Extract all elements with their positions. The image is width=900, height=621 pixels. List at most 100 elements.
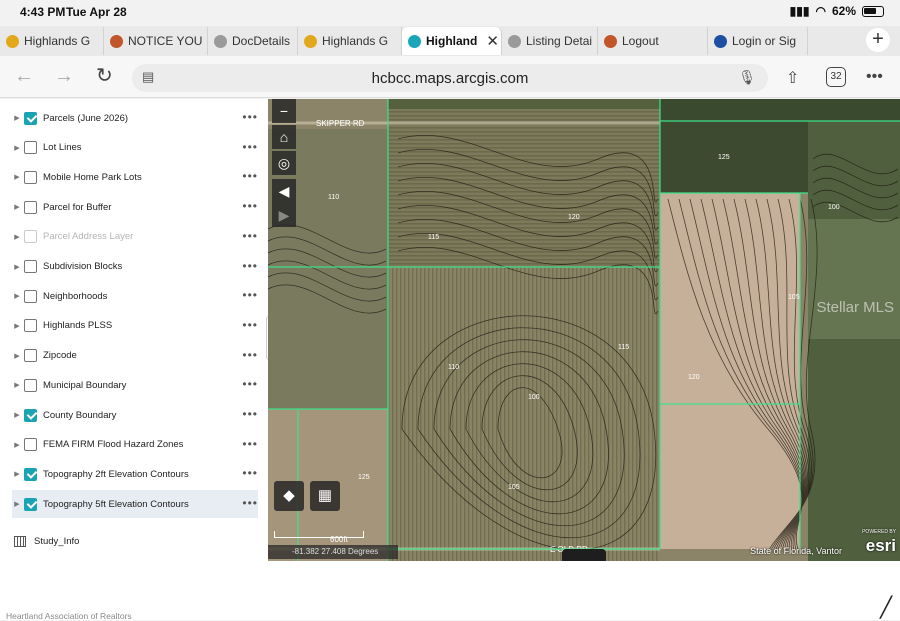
layer-options-icon[interactable]: •••: [242, 319, 258, 331]
layer-item[interactable]: ▶ Neighborhoods •••: [12, 282, 258, 310]
layer-visibility-checkbox[interactable]: [24, 319, 37, 333]
expand-caret-icon[interactable]: ▶: [12, 441, 22, 449]
expand-caret-icon[interactable]: ▶: [12, 114, 22, 122]
back-arrow-icon[interactable]: ←: [14, 66, 34, 86]
layer-visibility-checkbox[interactable]: [24, 170, 37, 184]
browser-tab[interactable]: Listing Detai: [502, 27, 598, 55]
contour-elevation-label: 120: [568, 214, 580, 221]
expand-caret-icon[interactable]: ▶: [12, 500, 22, 508]
expand-caret-icon[interactable]: ▶: [12, 233, 22, 241]
contour-elevation-label: 115: [428, 234, 439, 241]
expand-caret-icon[interactable]: ▶: [12, 322, 22, 330]
signal-icon: ▮▮▮: [789, 4, 810, 18]
browser-tab[interactable]: Highlands G: [0, 27, 104, 55]
layer-options-icon[interactable]: •••: [242, 289, 258, 301]
layer-visibility-checkbox[interactable]: [24, 497, 37, 511]
layer-visibility-checkbox[interactable]: [24, 230, 37, 244]
layer-item[interactable]: ▶ Topography 2ft Elevation Contours •••: [12, 460, 258, 488]
layer-options-icon[interactable]: •••: [242, 260, 258, 272]
layer-options-icon[interactable]: •••: [242, 141, 258, 153]
share-icon[interactable]: ⇧: [786, 68, 799, 88]
attribution-toggle[interactable]: [562, 549, 606, 561]
browser-tab[interactable]: Highland ✕: [402, 27, 502, 55]
next-extent-icon[interactable]: ▶: [272, 203, 296, 227]
layer-item[interactable]: ▶ Subdivision Blocks •••: [12, 253, 258, 281]
map-view[interactable]: SKIPPER RD E OLD RD 11011512012510510011…: [268, 99, 900, 561]
layer-item[interactable]: ▶ Parcels (June 2026) •••: [12, 104, 258, 132]
esri-logo: POWERED BY esri: [846, 529, 896, 558]
layer-item[interactable]: ▶ Mobile Home Park Lots •••: [12, 163, 258, 191]
layer-options-icon[interactable]: •••: [242, 170, 258, 182]
expand-caret-icon[interactable]: ▶: [12, 203, 22, 211]
home-icon[interactable]: ⌂: [272, 125, 296, 149]
microphone-icon[interactable]: 🎙: [738, 69, 756, 86]
browser-tab[interactable]: Highlands G: [298, 27, 402, 55]
layer-options-icon[interactable]: •••: [242, 378, 258, 390]
browser-tab[interactable]: NOTICE YOU: [104, 27, 208, 55]
expand-caret-icon[interactable]: ▶: [12, 352, 22, 360]
layer-options-icon[interactable]: •••: [242, 349, 258, 361]
status-icons: ▮▮▮ ◠ 62%: [790, 4, 884, 18]
basemap-gallery-icon[interactable]: ◆: [274, 481, 304, 511]
browser-tab[interactable]: DocDetails: [208, 27, 298, 55]
expand-caret-icon[interactable]: ▶: [12, 470, 22, 478]
browser-tab[interactable]: Login or Sig: [708, 27, 808, 55]
map-attribution: State of Florida, Vantor: [750, 546, 842, 556]
layer-visibility-checkbox[interactable]: [24, 349, 37, 363]
layer-item[interactable]: ▶ Highlands PLSS •••: [12, 312, 258, 340]
layer-visibility-checkbox[interactable]: [24, 200, 37, 214]
tab-label: Listing Detai: [526, 34, 593, 48]
layer-label: Parcels (June 2026): [43, 112, 129, 124]
address-bar[interactable]: ▤ hcbcc.maps.arcgis.com 🎙: [132, 64, 768, 92]
layer-label: County Boundary: [43, 409, 117, 421]
layer-options-icon[interactable]: •••: [242, 497, 258, 509]
layer-options-icon[interactable]: •••: [242, 111, 258, 123]
new-tab-button[interactable]: +: [866, 28, 890, 52]
layer-visibility-checkbox[interactable]: [24, 378, 37, 392]
tab-label: Highland: [426, 34, 478, 48]
tab-count-button[interactable]: 32: [826, 67, 846, 87]
coordinate-readout: -81.382 27.408 Degrees: [268, 545, 398, 559]
close-tab-icon[interactable]: ✕: [486, 32, 499, 50]
status-time: 4:43 PM: [20, 5, 66, 19]
layer-label: Subdivision Blocks: [43, 261, 123, 272]
grid-apps-icon[interactable]: ▦: [310, 481, 340, 511]
locate-icon[interactable]: ◎: [272, 151, 296, 175]
expand-caret-icon[interactable]: ▶: [12, 144, 22, 152]
reload-icon[interactable]: ↻: [96, 66, 113, 86]
layer-item[interactable]: ▶ FEMA FIRM Flood Hazard Zones •••: [12, 431, 258, 459]
layer-visibility-checkbox[interactable]: [24, 260, 37, 273]
expand-caret-icon[interactable]: ▶: [12, 263, 22, 271]
layer-options-icon[interactable]: •••: [242, 200, 258, 212]
layer-label: Lot Lines: [43, 142, 82, 154]
layer-options-icon[interactable]: •••: [242, 230, 258, 242]
layer-visibility-checkbox[interactable]: [24, 289, 37, 303]
layer-item[interactable]: ▶ Parcel Address Layer •••: [12, 223, 258, 251]
layer-options-icon[interactable]: •••: [242, 467, 258, 479]
expand-caret-icon[interactable]: ▶: [12, 292, 22, 300]
layer-item[interactable]: ▶ Zipcode •••: [12, 342, 258, 370]
tab-favicon-icon: [110, 34, 123, 48]
table-item-label: Study_Info: [34, 535, 80, 547]
layer-item[interactable]: ▶ Topography 5ft Elevation Contours •••: [12, 490, 258, 519]
layer-visibility-checkbox[interactable]: [24, 141, 37, 155]
zoom-out-button[interactable]: −: [272, 99, 296, 123]
layer-visibility-checkbox[interactable]: [24, 111, 37, 125]
expand-caret-icon[interactable]: ▶: [12, 411, 22, 419]
layer-item[interactable]: ▶ Parcel for Buffer •••: [12, 193, 258, 221]
layer-visibility-checkbox[interactable]: [24, 438, 37, 452]
layer-visibility-checkbox[interactable]: [24, 408, 37, 422]
browser-tab[interactable]: Logout: [598, 27, 708, 55]
previous-extent-icon[interactable]: ◀: [272, 179, 296, 203]
expand-caret-icon[interactable]: ▶: [12, 381, 22, 389]
forward-arrow-icon[interactable]: →: [54, 66, 74, 86]
expand-caret-icon[interactable]: ▶: [12, 173, 22, 181]
layer-options-icon[interactable]: •••: [242, 438, 258, 450]
layer-item[interactable]: ▶ County Boundary •••: [12, 401, 258, 429]
more-options-icon[interactable]: •••: [866, 68, 883, 86]
layer-options-icon[interactable]: •••: [242, 408, 258, 420]
table-item-study-info[interactable]: Study_Info: [12, 527, 258, 555]
layer-item[interactable]: ▶ Municipal Boundary •••: [12, 371, 258, 399]
layer-item[interactable]: ▶ Lot Lines •••: [12, 134, 258, 162]
layer-visibility-checkbox[interactable]: [24, 467, 37, 481]
